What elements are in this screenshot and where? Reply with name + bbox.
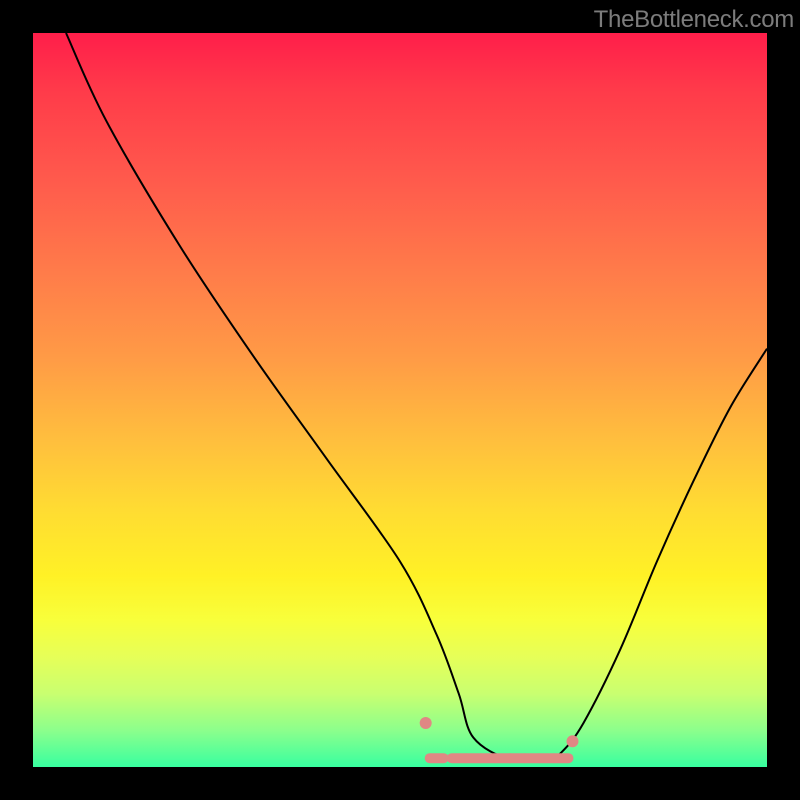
chart-frame: TheBottleneck.com <box>0 0 800 800</box>
chart-plot-area <box>33 33 767 767</box>
watermark-text: TheBottleneck.com <box>594 6 794 34</box>
